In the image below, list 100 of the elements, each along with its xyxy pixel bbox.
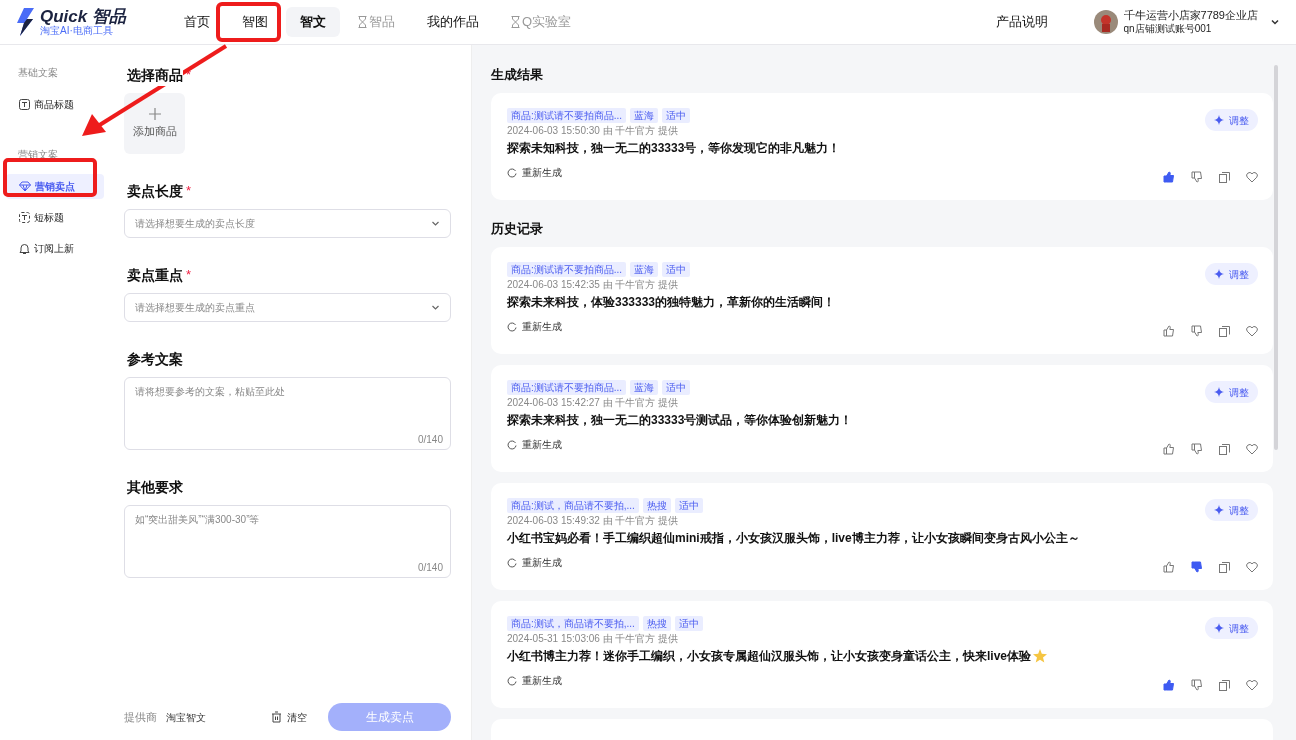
heart-icon[interactable] bbox=[1246, 171, 1258, 183]
result-text: 探索未来科技，体验333333的独特魅力，革新你的生活瞬间！ bbox=[507, 294, 836, 310]
sidebar-item[interactable]: 商品标题 bbox=[6, 92, 104, 117]
section-title: 历史记录 bbox=[491, 221, 544, 237]
regenerate-button[interactable]: 重新生成 bbox=[507, 319, 562, 334]
result-text: 小红书宝妈必看！手工编织超仙mini戒指，小女孩汉服头饰，live博主力荐，让小女孩瞬间变身古风小公主～ bbox=[507, 530, 1080, 546]
thumbs-down-icon[interactable] bbox=[1191, 561, 1203, 573]
character-counter: 0/140 bbox=[417, 433, 443, 447]
tag: 适中 bbox=[674, 498, 703, 513]
trash-icon bbox=[271, 711, 282, 723]
adjust-button[interactable]: 调整 bbox=[1205, 263, 1258, 285]
thumbs-down-icon[interactable] bbox=[1191, 679, 1203, 691]
sidebar-group-title: 基础文案 bbox=[17, 66, 59, 80]
result-text: 探索未来科技，独一无二的33333号测试品，等你体验创新魅力！ bbox=[507, 412, 853, 428]
heart-icon[interactable] bbox=[1246, 443, 1258, 455]
heart-icon[interactable] bbox=[1246, 325, 1258, 337]
copy-icon[interactable] bbox=[1219, 679, 1230, 691]
account-name: qn店铺测试账号001 bbox=[1123, 22, 1213, 36]
tag: 适中 bbox=[662, 380, 691, 395]
tag: 商品:测试请不要拍商品... bbox=[507, 380, 627, 395]
logo-name: Quick 智品 bbox=[40, 8, 126, 25]
copy-icon[interactable] bbox=[1219, 171, 1230, 183]
thumbs-up-icon[interactable] bbox=[1163, 679, 1175, 691]
field-label: 卖点重点 bbox=[127, 265, 183, 285]
provider-label: 提供商 bbox=[124, 709, 157, 725]
clear-button[interactable]: 清空 bbox=[271, 709, 307, 725]
hourglass-icon bbox=[511, 16, 520, 28]
nav-tab[interactable]: 智文 bbox=[286, 7, 340, 37]
sparkle-icon bbox=[1214, 623, 1224, 633]
result-meta: 2024-06-03 15:42:35 由 千牛官方 提供 bbox=[507, 279, 680, 291]
scrollbar-thumb[interactable] bbox=[1274, 65, 1278, 450]
sidebar-item[interactable]: 短标题 bbox=[6, 205, 104, 230]
copy-icon[interactable] bbox=[1219, 325, 1230, 337]
result-text: 小红书博主力荐！迷你手工编织，小女孩专属超仙汉服头饰，让小女孩变身童话公主，快来live体验 bbox=[507, 648, 1031, 664]
thumbs-up-icon[interactable] bbox=[1163, 325, 1175, 337]
heart-icon[interactable] bbox=[1246, 561, 1258, 573]
thumbs-down-icon[interactable] bbox=[1191, 443, 1203, 455]
refresh-icon bbox=[507, 439, 517, 450]
select-field[interactable]: 请选择想要生成的卖点长度 bbox=[124, 209, 451, 238]
tag: 适中 bbox=[674, 616, 703, 631]
chevron-down-icon bbox=[431, 303, 440, 312]
refresh-icon bbox=[507, 167, 517, 178]
section-title: 生成结果 bbox=[491, 67, 544, 83]
add-product-button[interactable]: 添加商品 bbox=[124, 93, 185, 154]
regenerate-button[interactable]: 重新生成 bbox=[507, 437, 562, 452]
account-menu[interactable]: 千牛运营小店家7789企业店 qn店铺测试账号001 bbox=[1093, 8, 1280, 36]
diamond-icon bbox=[19, 181, 31, 192]
adjust-button[interactable]: 调整 bbox=[1205, 499, 1258, 521]
annotation-box bbox=[216, 2, 281, 42]
help-link[interactable]: 产品说明 bbox=[995, 12, 1048, 32]
result-meta: 2024-06-03 15:49:32 由 千牛官方 提供 bbox=[507, 515, 680, 527]
field-label: 选择商品 bbox=[127, 64, 183, 86]
text-icon bbox=[19, 212, 30, 223]
thumbs-up-icon[interactable] bbox=[1163, 443, 1175, 455]
adjust-button[interactable]: 调整 bbox=[1205, 109, 1258, 131]
tag: 商品:测试，商品请不要拍,... bbox=[507, 616, 639, 631]
lightning-logo-icon bbox=[16, 8, 36, 36]
result-meta: 2024-06-03 15:42:27 由 千牛官方 提供 bbox=[507, 397, 680, 409]
bell-icon bbox=[19, 242, 30, 255]
nav-tab[interactable]: 智图 bbox=[228, 7, 282, 37]
tag: 蓝海 bbox=[630, 108, 659, 123]
tag: 适中 bbox=[662, 108, 691, 123]
result-meta: 2024-06-03 15:50:30 由 千牛官方 提供 bbox=[507, 125, 680, 137]
copy-icon[interactable] bbox=[1219, 443, 1230, 455]
thumbs-up-icon[interactable] bbox=[1163, 561, 1175, 573]
refresh-icon bbox=[507, 557, 517, 568]
regenerate-button[interactable]: 重新生成 bbox=[507, 555, 562, 570]
thumbs-down-icon[interactable] bbox=[1191, 325, 1203, 337]
logo-tagline: 淘宝AI·电商工具 bbox=[40, 26, 114, 36]
sparkle-icon bbox=[1214, 115, 1224, 125]
sparkle-icon bbox=[1214, 269, 1224, 279]
result-text: 探索未知科技，独一无二的33333号，等你发现它的非凡魅力！ bbox=[507, 140, 841, 156]
thumbs-up-icon[interactable] bbox=[1163, 171, 1175, 183]
required-mark: * bbox=[186, 182, 192, 201]
sparkle-icon bbox=[1214, 387, 1224, 397]
copy-icon[interactable] bbox=[1219, 561, 1230, 573]
adjust-button[interactable]: 调整 bbox=[1205, 617, 1258, 639]
adjust-button[interactable]: 调整 bbox=[1205, 381, 1258, 403]
tag: 热搜 bbox=[642, 498, 671, 513]
thumbs-down-icon[interactable] bbox=[1191, 171, 1203, 183]
tag: 蓝海 bbox=[630, 262, 659, 277]
nav-tab[interactable]: 我的作品 bbox=[413, 7, 493, 37]
refresh-icon bbox=[507, 675, 517, 686]
chevron-down-icon bbox=[1270, 17, 1280, 27]
tag: 适中 bbox=[662, 262, 691, 277]
regenerate-button[interactable]: 重新生成 bbox=[507, 165, 562, 180]
tag: 商品:测试请不要拍商品... bbox=[507, 108, 627, 123]
plus-icon bbox=[148, 107, 161, 120]
heart-icon[interactable] bbox=[1246, 679, 1258, 691]
field-label: 卖点长度 bbox=[127, 181, 183, 201]
character-counter: 0/140 bbox=[417, 561, 443, 575]
field-label: 其他要求 bbox=[127, 477, 183, 497]
hourglass-icon bbox=[358, 16, 367, 28]
chevron-down-icon bbox=[431, 219, 440, 228]
tag: 商品:测试请不要拍商品... bbox=[507, 262, 627, 277]
select-field[interactable]: 请选择想要生成的卖点重点 bbox=[124, 293, 451, 322]
regenerate-button[interactable]: 重新生成 bbox=[507, 673, 562, 688]
shop-name: 千牛运营小店家7789企业店 bbox=[1123, 8, 1258, 23]
nav-tab[interactable]: 首页 bbox=[170, 7, 224, 37]
sidebar-item[interactable]: 订阅上新 bbox=[6, 236, 104, 261]
